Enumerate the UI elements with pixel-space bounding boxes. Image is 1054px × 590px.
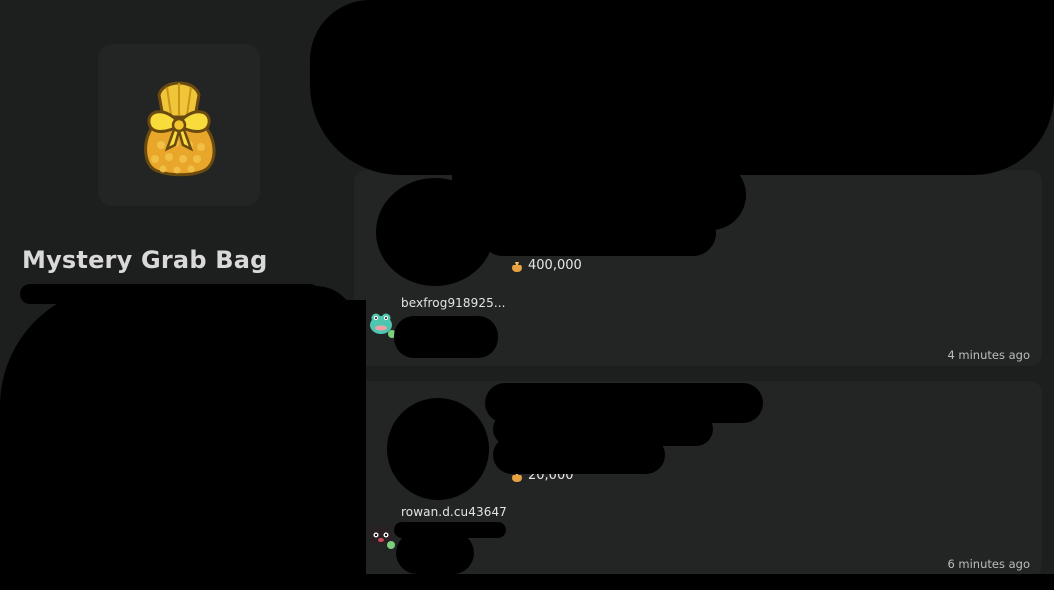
- redaction-mark: [376, 178, 494, 286]
- item-image-tile: [98, 44, 260, 206]
- redaction-mark: [340, 300, 366, 590]
- price-value: 400,000: [528, 258, 582, 273]
- bells-bag-icon: [512, 261, 522, 272]
- listing-price: 400,000: [510, 258, 582, 273]
- cat-avatar-icon: [370, 523, 395, 549]
- redaction-mark: [480, 210, 716, 256]
- redaction-mark: [493, 436, 665, 474]
- seller-name[interactable]: bexfrog918925...: [401, 296, 506, 310]
- redaction-mark: [310, 0, 1054, 175]
- seller-name[interactable]: rowan.d.cu43647: [401, 505, 507, 519]
- mystery-grab-bag-icon: [144, 81, 216, 177]
- listing-time: 6 minutes ago: [947, 557, 1030, 571]
- redaction-mark: [387, 398, 489, 500]
- redaction-mark: [356, 574, 1054, 590]
- redaction-mark: [396, 532, 474, 574]
- redaction-mark: [394, 316, 498, 358]
- redaction-mark: [0, 286, 356, 590]
- redaction-mark: [20, 284, 320, 304]
- listing-time: 4 minutes ago: [947, 348, 1030, 362]
- item-title: Mystery Grab Bag: [22, 246, 268, 274]
